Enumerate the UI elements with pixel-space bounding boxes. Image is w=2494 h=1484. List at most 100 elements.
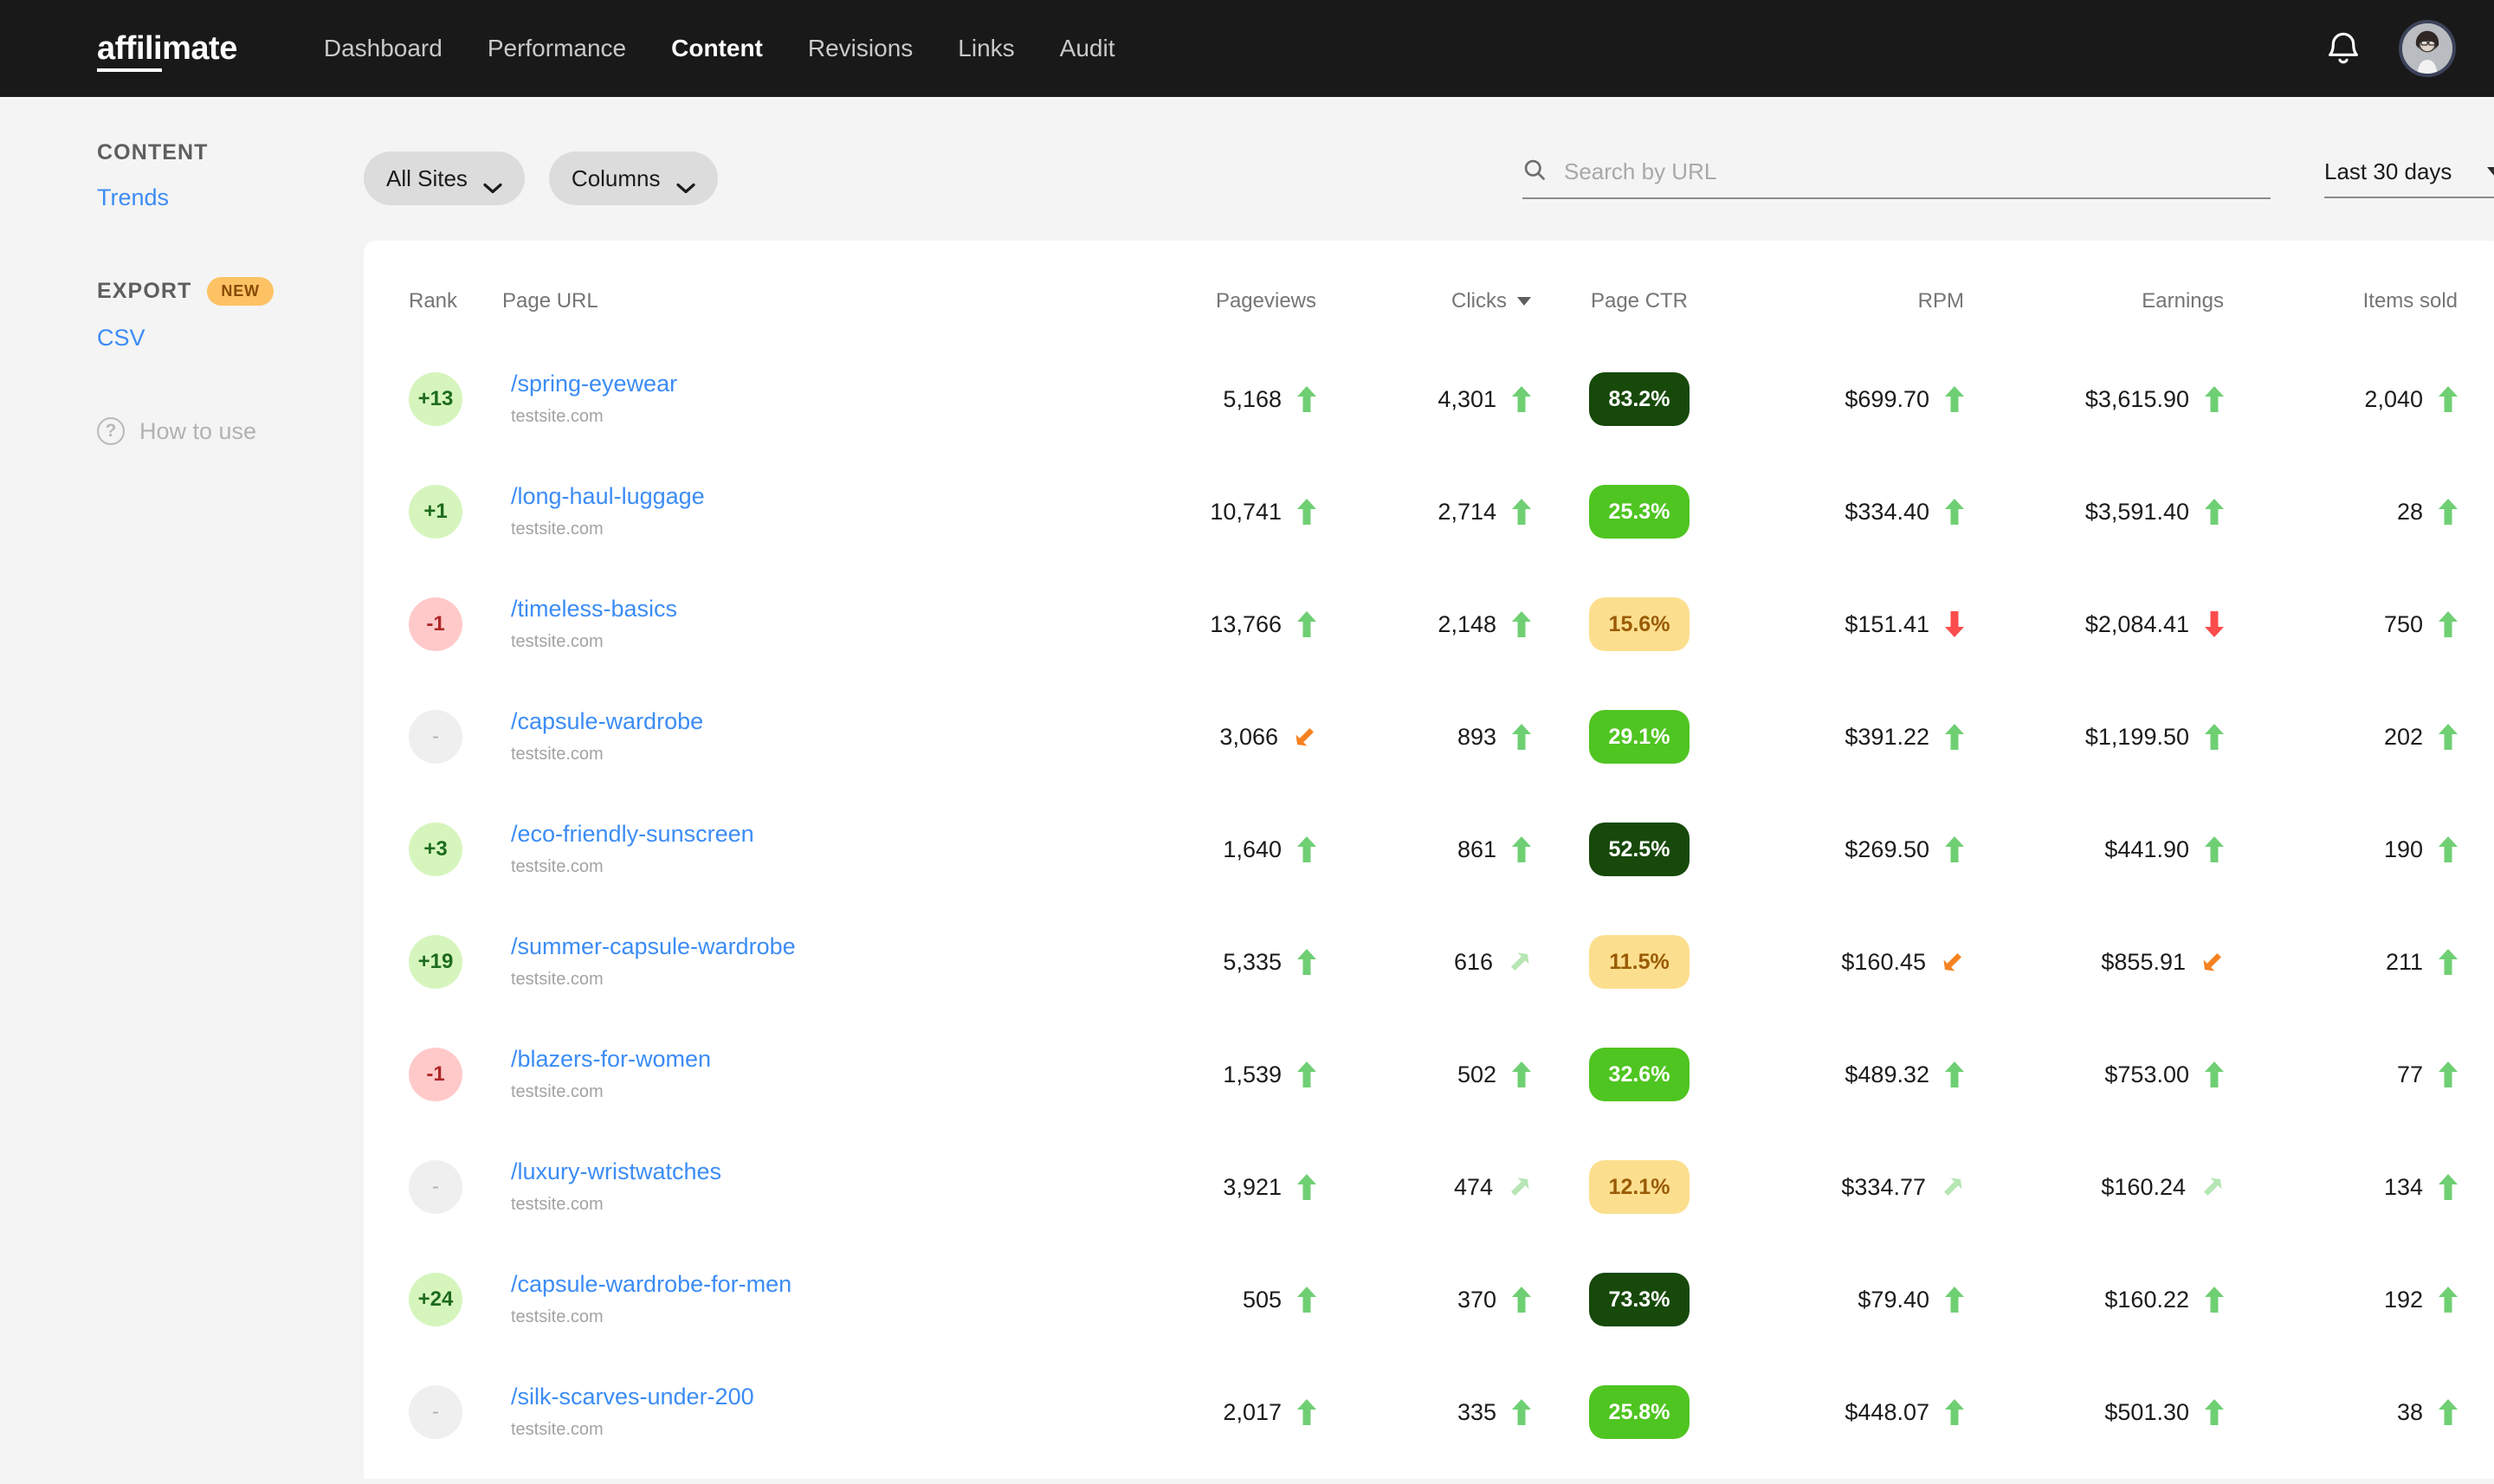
toolbar: All Sites Columns La [364,130,2494,227]
how-to-use-link[interactable]: ? How to use [97,417,364,445]
column-header-clicks[interactable]: Clicks [1316,241,1531,343]
page-url-link[interactable]: /long-haul-luggage [511,483,1056,510]
search-bar[interactable] [1522,158,2271,199]
page-url-link[interactable]: /timeless-basics [511,596,1056,623]
cell-earnings: $441.90 [1964,793,2224,906]
nav-item-dashboard[interactable]: Dashboard [324,35,443,62]
cell-pageviews: 5,335 [1056,906,1316,1018]
cell-page-url: /long-haul-luggage testsite.com [502,455,1056,568]
cell-clicks: 4,301 [1316,343,1531,455]
table-row[interactable]: - /capsule-wardrobe testsite.com 3,066 893 29… [409,681,2458,793]
trend-up-icon [1297,1399,1316,1425]
all-sites-dropdown[interactable]: All Sites [364,152,525,205]
cell-rank: - [409,681,502,793]
column-header-page-url[interactable]: Page URL [502,241,1056,343]
clicks-value: 502 [1457,1061,1496,1087]
trend-up-icon [2439,1061,2458,1087]
earnings-value: $1,199.50 [2084,723,2189,750]
page-url-link[interactable]: /silk-scarves-under-200 [511,1384,1056,1410]
table-row[interactable]: +1/long-haul-luggage testsite.com 10,741 2,… [409,455,2458,568]
user-avatar[interactable] [2399,20,2456,77]
cell-items-sold: 192 [2224,1243,2458,1356]
column-header-items-sold[interactable]: Items sold [2224,241,2458,343]
trend-up-icon [1945,1399,1964,1425]
page-ctr-badge: 11.5% [1589,935,1690,989]
table-row[interactable]: +13/spring-eyewear testsite.com 5,168 4,301… [409,343,2458,455]
date-range-dropdown[interactable]: Last 30 days [2324,158,2494,198]
cell-earnings: $855.91 [1964,906,2224,1018]
column-header-earnings[interactable]: Earnings [1964,241,2224,343]
cell-rank: +19 [409,906,502,1018]
sidebar-item-csv[interactable]: CSV [97,325,364,352]
pageviews-value: 5,168 [1223,385,1282,412]
brand-logo[interactable]: affilimate [97,29,237,72]
bell-icon[interactable] [2326,29,2361,68]
cell-pageviews: 5,168 [1056,343,1316,455]
cell-page-ctr: 52.5% [1531,793,1748,906]
page-url-link[interactable]: /summer-capsule-wardrobe [511,933,1056,960]
clicks-value: 893 [1457,723,1496,750]
page-url-link[interactable]: /spring-eyewear [511,371,1056,397]
nav-item-audit[interactable]: Audit [1060,35,1115,62]
rank-badge: - [409,1385,462,1439]
cell-clicks: 893 [1316,681,1531,793]
clicks-value: 861 [1457,836,1496,862]
clicks-value: 370 [1457,1286,1496,1313]
cell-rank: +24 [409,1243,502,1356]
earnings-value: $753.00 [2104,1061,2189,1087]
nav-item-links[interactable]: Links [958,35,1014,62]
sidebar-section-export-label: EXPORT [97,279,192,303]
items-sold-value: 190 [2383,836,2423,862]
trend-up-icon [1297,836,1316,862]
table-body: +13/spring-eyewear testsite.com 5,168 4,301… [409,343,2458,1468]
page-url-link[interactable]: /eco-friendly-sunscreen [511,821,1056,848]
column-header-rank[interactable]: Rank [409,241,502,343]
table-row[interactable]: -1/blazers-for-women testsite.com 1,539 502… [409,1018,2458,1131]
page-url-link[interactable]: /capsule-wardrobe-for-men [511,1271,1056,1298]
table-row[interactable]: +3/eco-friendly-sunscreen testsite.com 1,6… [409,793,2458,906]
rpm-value: $334.77 [1841,1173,1926,1200]
nav-right-actions [2326,20,2456,77]
caret-down-icon [2487,167,2494,177]
page-ctr-badge: 52.5% [1589,823,1690,876]
sidebar: CONTENT Trends EXPORT NEW CSV ? How to u… [0,97,364,1484]
trend-up-icon [2205,499,2224,525]
pageviews-value: 505 [1242,1286,1282,1313]
nav-item-content[interactable]: Content [671,35,763,62]
sidebar-section-export: EXPORT NEW [97,277,364,306]
cell-pageviews: 1,640 [1056,793,1316,906]
trend-slight-down-icon [2201,951,2224,973]
table-row[interactable]: -1/timeless-basics testsite.com 13,766 2,14… [409,568,2458,681]
trend-up-icon [1512,1287,1531,1313]
page-site-label: testsite.com [511,969,604,989]
cell-page-ctr: 73.3% [1531,1243,1748,1356]
column-header-pageviews[interactable]: Pageviews [1056,241,1316,343]
table-row[interactable]: +19/summer-capsule-wardrobe testsite.com 5… [409,906,2458,1018]
page-url-link[interactable]: /blazers-for-women [511,1046,1056,1073]
page-url-link[interactable]: /luxury-wristwatches [511,1158,1056,1185]
nav-item-performance[interactable]: Performance [488,35,626,62]
trend-up-icon [1297,499,1316,525]
trend-up-icon [1512,836,1531,862]
column-header-rpm[interactable]: RPM [1748,241,1964,343]
table-row[interactable]: +24/capsule-wardrobe-for-men testsite.com… [409,1243,2458,1356]
cell-rpm: $269.50 [1748,793,1964,906]
cell-items-sold: 38 [2224,1356,2458,1468]
page-url-link[interactable]: /capsule-wardrobe [511,708,1056,735]
trend-up-icon [1945,724,1964,750]
cell-page-url: /capsule-wardrobe-for-men testsite.com [502,1243,1056,1356]
column-header-page-ctr[interactable]: Page CTR [1531,241,1748,343]
trend-up-icon [1512,1061,1531,1087]
cell-page-ctr: 25.3% [1531,455,1748,568]
columns-dropdown[interactable]: Columns [548,152,718,205]
pageviews-value: 5,335 [1223,948,1282,975]
table-row[interactable]: - /silk-scarves-under-200 testsite.com 2,01… [409,1356,2458,1468]
search-input[interactable] [1564,158,2271,185]
nav-item-revisions[interactable]: Revisions [808,35,913,62]
cell-page-ctr: 32.6% [1531,1018,1748,1131]
earnings-value: $441.90 [2104,836,2189,862]
trend-up-icon [2205,724,2224,750]
sidebar-item-trends[interactable]: Trends [97,184,364,211]
table-row[interactable]: - /luxury-wristwatches testsite.com 3,921 47… [409,1131,2458,1243]
trend-up-icon [2439,836,2458,862]
